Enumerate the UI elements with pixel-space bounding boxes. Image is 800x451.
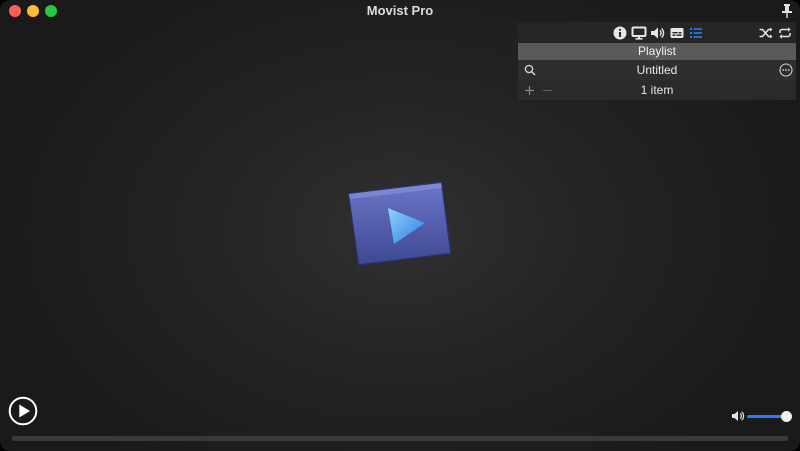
playlist-title[interactable]: Untitled — [518, 60, 796, 80]
playlist-icon[interactable] — [688, 25, 704, 41]
shuffle-icon[interactable] — [758, 25, 774, 41]
movist-logo — [348, 181, 452, 266]
info-icon[interactable] — [612, 25, 628, 41]
seek-bar[interactable] — [12, 436, 788, 441]
display-icon[interactable] — [631, 25, 647, 41]
volume-icon[interactable] — [731, 409, 745, 423]
playlist-header: Playlist — [518, 43, 796, 60]
item-count: 1 item — [640, 83, 674, 97]
panel-toolbar — [518, 22, 796, 43]
volume-slider-knob[interactable] — [781, 411, 792, 422]
window-title: Movist Pro — [366, 3, 434, 18]
more-options-icon[interactable] — [779, 63, 793, 77]
subtitle-icon[interactable] — [669, 25, 685, 41]
play-button[interactable] — [8, 396, 38, 426]
player-window: Movist Pro Playlist Untitled 1 item — [0, 0, 800, 451]
title-bar: Movist Pro — [0, 0, 800, 22]
playlist-title-row: Untitled — [518, 60, 796, 80]
playlist-panel: Playlist Untitled 1 item — [518, 22, 796, 100]
pin-icon[interactable] — [780, 3, 794, 19]
repeat-icon[interactable] — [777, 25, 793, 41]
playlist-count-row: 1 item — [518, 80, 796, 100]
audio-icon[interactable] — [649, 25, 665, 41]
